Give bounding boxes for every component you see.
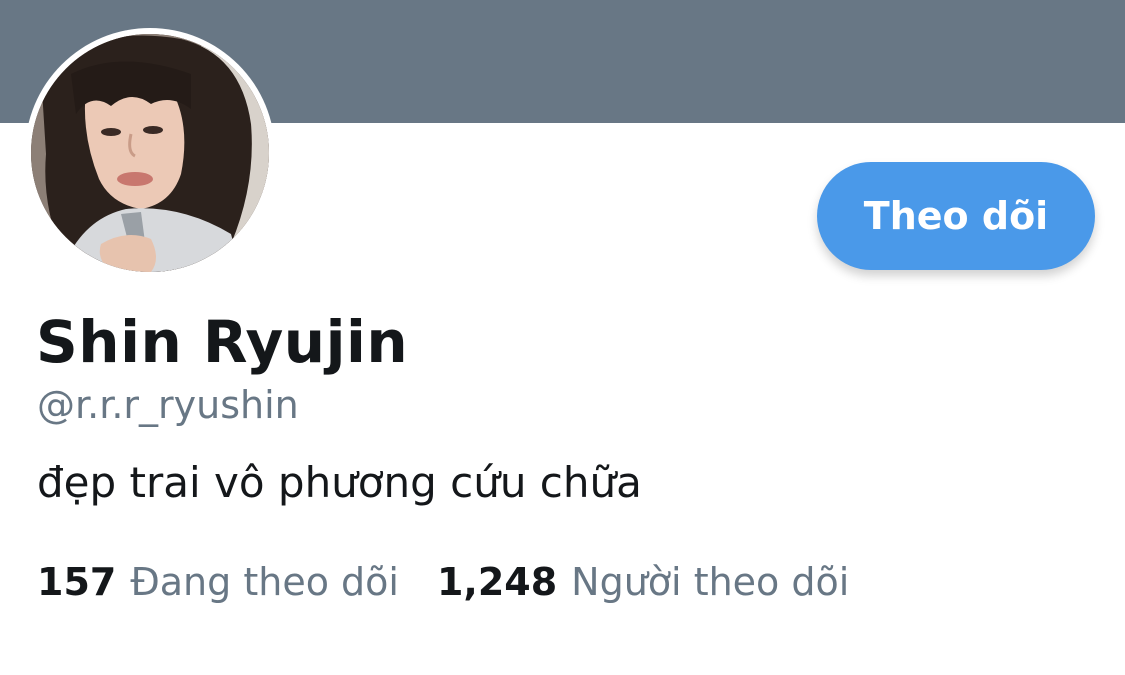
avatar-frame[interactable]: [25, 28, 275, 278]
following-stat[interactable]: 157 Đang theo dõi: [37, 560, 399, 604]
avatar-photo: [31, 34, 269, 272]
profile-page: Theo dõi Shin Ryujin @r.r.r_ryushin đẹp …: [0, 0, 1125, 675]
following-label: Đang theo dõi: [130, 560, 399, 604]
following-count: 157: [37, 560, 117, 604]
followers-label: Người theo dõi: [571, 560, 850, 604]
follow-button[interactable]: Theo dõi: [817, 162, 1095, 270]
display-name: Shin Ryujin: [36, 308, 409, 376]
profile-stats: 157 Đang theo dõi 1,248 Người theo dõi: [37, 560, 849, 604]
followers-count: 1,248: [436, 560, 558, 604]
username-handle: @r.r.r_ryushin: [37, 383, 299, 427]
avatar[interactable]: [31, 34, 269, 272]
profile-bio: đẹp trai vô phương cứu chữa: [37, 458, 642, 507]
followers-stat[interactable]: 1,248 Người theo dõi: [437, 560, 849, 604]
